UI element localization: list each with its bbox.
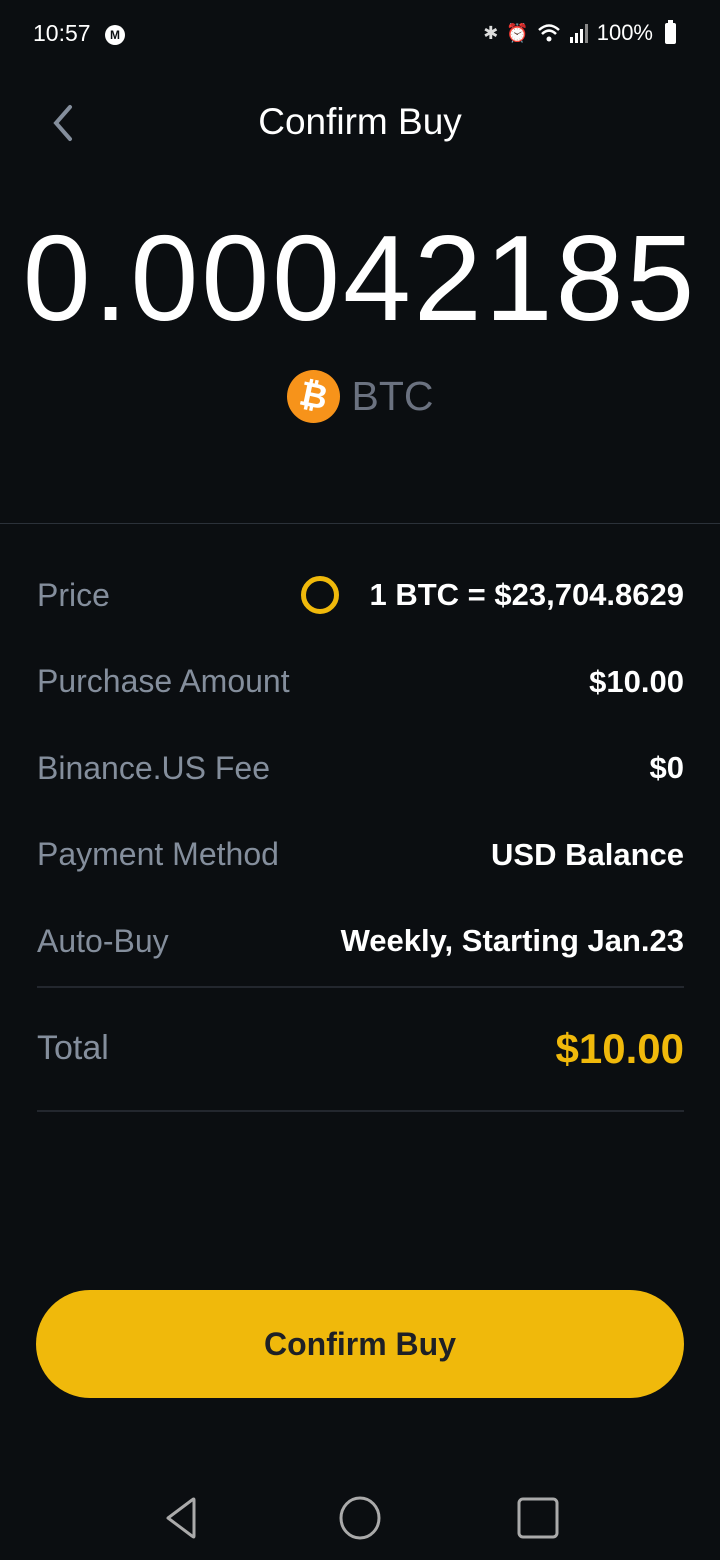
signal-icon [569,24,588,43]
coin-symbol: BTC [351,373,434,419]
fee-label: Binance.US Fee [37,749,271,786]
nav-home-icon[interactable] [338,1496,382,1540]
divider [37,1109,684,1112]
payment-method-value: USD Balance [491,836,684,872]
buy-amount: 0.00042185 [22,210,698,346]
price-label: Price [37,576,110,613]
total-value: $10.00 [555,1024,684,1072]
notification-icon: M [105,25,125,45]
purchase-amount-row: Purchase Amount $10.00 [37,639,684,726]
fee-value: $0 [649,750,684,786]
refresh-countdown-icon [301,576,340,615]
status-bar: 10:57 M ✱ ⏰ 100% [0,0,720,72]
system-nav-bar [0,1450,720,1560]
purchase-amount-label: Purchase Amount [37,663,290,700]
auto-buy-value: Weekly, Starting Jan.23 [340,923,684,959]
header: Confirm Buy [0,95,720,155]
auto-buy-row: Auto-Buy Weekly, Starting Jan.23 [37,898,684,985]
total-label: Total [37,1029,109,1067]
alarm-icon: ⏰ [506,22,529,43]
page-title: Confirm Buy [258,101,462,142]
wifi-icon [537,24,560,42]
order-details: Price 1 BTC = $23,704.8629 Purchase Amou… [37,552,684,1112]
payment-method-label: Payment Method [37,836,279,873]
battery-level: 100% [596,20,653,45]
bluetooth-icon: ✱ [483,22,499,43]
battery-icon [665,19,676,44]
nav-back-icon[interactable] [162,1496,202,1540]
confirm-buy-button[interactable]: Confirm Buy [36,1290,684,1398]
nav-recents-icon[interactable] [516,1496,560,1540]
fee-row: Binance.US Fee $0 [37,725,684,812]
total-row: Total $10.00 [37,988,684,1110]
divider [0,523,720,524]
payment-method-row: Payment Method USD Balance [37,812,684,899]
price-row: Price 1 BTC = $23,704.8629 [37,552,684,639]
price-value: 1 BTC = $23,704.8629 [369,577,684,613]
coin-display: ₿ BTC [0,365,720,428]
status-time: 10:57 [33,20,91,46]
bitcoin-icon: ₿ [281,365,345,428]
purchase-amount-value: $10.00 [589,663,684,699]
auto-buy-label: Auto-Buy [37,922,169,959]
